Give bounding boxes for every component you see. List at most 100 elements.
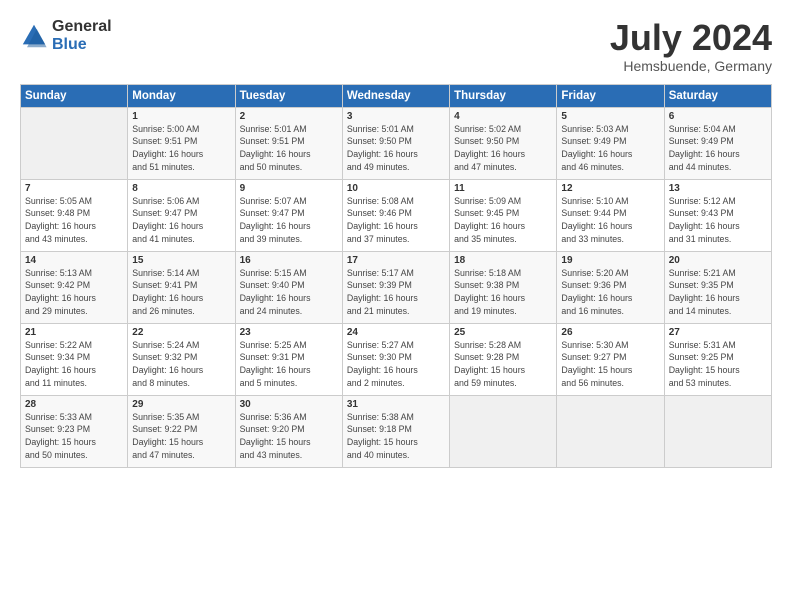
- day-number: 5: [561, 111, 659, 122]
- logo-icon: [20, 22, 48, 50]
- day-info: Sunrise: 5:20 AM Sunset: 9:36 PM Dayligh…: [561, 267, 659, 318]
- calendar-cell: 20Sunrise: 5:21 AM Sunset: 9:35 PM Dayli…: [664, 251, 771, 323]
- day-info: Sunrise: 5:03 AM Sunset: 9:49 PM Dayligh…: [561, 123, 659, 174]
- day-number: 30: [240, 399, 338, 410]
- day-number: 20: [669, 255, 767, 266]
- day-number: 4: [454, 111, 552, 122]
- calendar-cell: 27Sunrise: 5:31 AM Sunset: 9:25 PM Dayli…: [664, 323, 771, 395]
- calendar-cell: 28Sunrise: 5:33 AM Sunset: 9:23 PM Dayli…: [21, 395, 128, 467]
- month-title: July 2024: [610, 18, 772, 58]
- day-info: Sunrise: 5:27 AM Sunset: 9:30 PM Dayligh…: [347, 339, 445, 390]
- day-number: 1: [132, 111, 230, 122]
- day-number: 24: [347, 327, 445, 338]
- calendar-cell: 4Sunrise: 5:02 AM Sunset: 9:50 PM Daylig…: [450, 107, 557, 179]
- day-info: Sunrise: 5:01 AM Sunset: 9:50 PM Dayligh…: [347, 123, 445, 174]
- day-number: 31: [347, 399, 445, 410]
- day-info: Sunrise: 5:08 AM Sunset: 9:46 PM Dayligh…: [347, 195, 445, 246]
- calendar-cell: 2Sunrise: 5:01 AM Sunset: 9:51 PM Daylig…: [235, 107, 342, 179]
- calendar-cell: 14Sunrise: 5:13 AM Sunset: 9:42 PM Dayli…: [21, 251, 128, 323]
- day-info: Sunrise: 5:02 AM Sunset: 9:50 PM Dayligh…: [454, 123, 552, 174]
- calendar-week-row: 1Sunrise: 5:00 AM Sunset: 9:51 PM Daylig…: [21, 107, 772, 179]
- day-number: 21: [25, 327, 123, 338]
- day-number: 12: [561, 183, 659, 194]
- day-info: Sunrise: 5:30 AM Sunset: 9:27 PM Dayligh…: [561, 339, 659, 390]
- logo: General Blue: [20, 18, 112, 53]
- weekday-header: Sunday: [21, 84, 128, 107]
- day-number: 10: [347, 183, 445, 194]
- day-info: Sunrise: 5:15 AM Sunset: 9:40 PM Dayligh…: [240, 267, 338, 318]
- calendar-cell: 16Sunrise: 5:15 AM Sunset: 9:40 PM Dayli…: [235, 251, 342, 323]
- logo-text: General Blue: [52, 18, 112, 53]
- day-number: 18: [454, 255, 552, 266]
- calendar-cell: 7Sunrise: 5:05 AM Sunset: 9:48 PM Daylig…: [21, 179, 128, 251]
- day-number: 11: [454, 183, 552, 194]
- header-row: SundayMondayTuesdayWednesdayThursdayFrid…: [21, 84, 772, 107]
- calendar-cell: 13Sunrise: 5:12 AM Sunset: 9:43 PM Dayli…: [664, 179, 771, 251]
- title-block: July 2024 Hemsbuende, Germany: [610, 18, 772, 74]
- day-info: Sunrise: 5:10 AM Sunset: 9:44 PM Dayligh…: [561, 195, 659, 246]
- calendar-cell: 6Sunrise: 5:04 AM Sunset: 9:49 PM Daylig…: [664, 107, 771, 179]
- calendar-week-row: 28Sunrise: 5:33 AM Sunset: 9:23 PM Dayli…: [21, 395, 772, 467]
- calendar-cell: 24Sunrise: 5:27 AM Sunset: 9:30 PM Dayli…: [342, 323, 449, 395]
- calendar-week-row: 14Sunrise: 5:13 AM Sunset: 9:42 PM Dayli…: [21, 251, 772, 323]
- day-info: Sunrise: 5:07 AM Sunset: 9:47 PM Dayligh…: [240, 195, 338, 246]
- day-number: 7: [25, 183, 123, 194]
- calendar-cell: [450, 395, 557, 467]
- day-info: Sunrise: 5:04 AM Sunset: 9:49 PM Dayligh…: [669, 123, 767, 174]
- day-number: 2: [240, 111, 338, 122]
- day-info: Sunrise: 5:31 AM Sunset: 9:25 PM Dayligh…: [669, 339, 767, 390]
- day-number: 27: [669, 327, 767, 338]
- day-info: Sunrise: 5:33 AM Sunset: 9:23 PM Dayligh…: [25, 411, 123, 462]
- day-number: 23: [240, 327, 338, 338]
- weekday-header: Thursday: [450, 84, 557, 107]
- day-info: Sunrise: 5:12 AM Sunset: 9:43 PM Dayligh…: [669, 195, 767, 246]
- day-info: Sunrise: 5:21 AM Sunset: 9:35 PM Dayligh…: [669, 267, 767, 318]
- calendar-cell: [557, 395, 664, 467]
- calendar-cell: 9Sunrise: 5:07 AM Sunset: 9:47 PM Daylig…: [235, 179, 342, 251]
- day-info: Sunrise: 5:38 AM Sunset: 9:18 PM Dayligh…: [347, 411, 445, 462]
- day-info: Sunrise: 5:35 AM Sunset: 9:22 PM Dayligh…: [132, 411, 230, 462]
- location: Hemsbuende, Germany: [610, 58, 772, 74]
- calendar-cell: 15Sunrise: 5:14 AM Sunset: 9:41 PM Dayli…: [128, 251, 235, 323]
- calendar-cell: 31Sunrise: 5:38 AM Sunset: 9:18 PM Dayli…: [342, 395, 449, 467]
- day-info: Sunrise: 5:25 AM Sunset: 9:31 PM Dayligh…: [240, 339, 338, 390]
- day-info: Sunrise: 5:06 AM Sunset: 9:47 PM Dayligh…: [132, 195, 230, 246]
- weekday-header: Wednesday: [342, 84, 449, 107]
- day-number: 22: [132, 327, 230, 338]
- calendar-week-row: 21Sunrise: 5:22 AM Sunset: 9:34 PM Dayli…: [21, 323, 772, 395]
- logo-general: General: [52, 18, 112, 36]
- calendar-cell: 29Sunrise: 5:35 AM Sunset: 9:22 PM Dayli…: [128, 395, 235, 467]
- calendar-cell: 22Sunrise: 5:24 AM Sunset: 9:32 PM Dayli…: [128, 323, 235, 395]
- calendar-cell: 21Sunrise: 5:22 AM Sunset: 9:34 PM Dayli…: [21, 323, 128, 395]
- page: General Blue July 2024 Hemsbuende, Germa…: [0, 0, 792, 612]
- day-info: Sunrise: 5:36 AM Sunset: 9:20 PM Dayligh…: [240, 411, 338, 462]
- logo-blue: Blue: [52, 36, 112, 54]
- day-info: Sunrise: 5:05 AM Sunset: 9:48 PM Dayligh…: [25, 195, 123, 246]
- calendar-cell: 26Sunrise: 5:30 AM Sunset: 9:27 PM Dayli…: [557, 323, 664, 395]
- weekday-header: Friday: [557, 84, 664, 107]
- day-number: 9: [240, 183, 338, 194]
- day-number: 15: [132, 255, 230, 266]
- calendar-cell: 18Sunrise: 5:18 AM Sunset: 9:38 PM Dayli…: [450, 251, 557, 323]
- day-number: 6: [669, 111, 767, 122]
- weekday-header: Monday: [128, 84, 235, 107]
- calendar-cell: 30Sunrise: 5:36 AM Sunset: 9:20 PM Dayli…: [235, 395, 342, 467]
- day-info: Sunrise: 5:17 AM Sunset: 9:39 PM Dayligh…: [347, 267, 445, 318]
- day-info: Sunrise: 5:22 AM Sunset: 9:34 PM Dayligh…: [25, 339, 123, 390]
- header: General Blue July 2024 Hemsbuende, Germa…: [20, 18, 772, 74]
- day-number: 14: [25, 255, 123, 266]
- weekday-header: Saturday: [664, 84, 771, 107]
- day-info: Sunrise: 5:09 AM Sunset: 9:45 PM Dayligh…: [454, 195, 552, 246]
- day-number: 13: [669, 183, 767, 194]
- calendar-week-row: 7Sunrise: 5:05 AM Sunset: 9:48 PM Daylig…: [21, 179, 772, 251]
- calendar-cell: 12Sunrise: 5:10 AM Sunset: 9:44 PM Dayli…: [557, 179, 664, 251]
- calendar-cell: [21, 107, 128, 179]
- calendar-cell: 23Sunrise: 5:25 AM Sunset: 9:31 PM Dayli…: [235, 323, 342, 395]
- day-info: Sunrise: 5:01 AM Sunset: 9:51 PM Dayligh…: [240, 123, 338, 174]
- day-number: 28: [25, 399, 123, 410]
- day-info: Sunrise: 5:00 AM Sunset: 9:51 PM Dayligh…: [132, 123, 230, 174]
- calendar-cell: 11Sunrise: 5:09 AM Sunset: 9:45 PM Dayli…: [450, 179, 557, 251]
- day-info: Sunrise: 5:24 AM Sunset: 9:32 PM Dayligh…: [132, 339, 230, 390]
- day-info: Sunrise: 5:18 AM Sunset: 9:38 PM Dayligh…: [454, 267, 552, 318]
- calendar-cell: 3Sunrise: 5:01 AM Sunset: 9:50 PM Daylig…: [342, 107, 449, 179]
